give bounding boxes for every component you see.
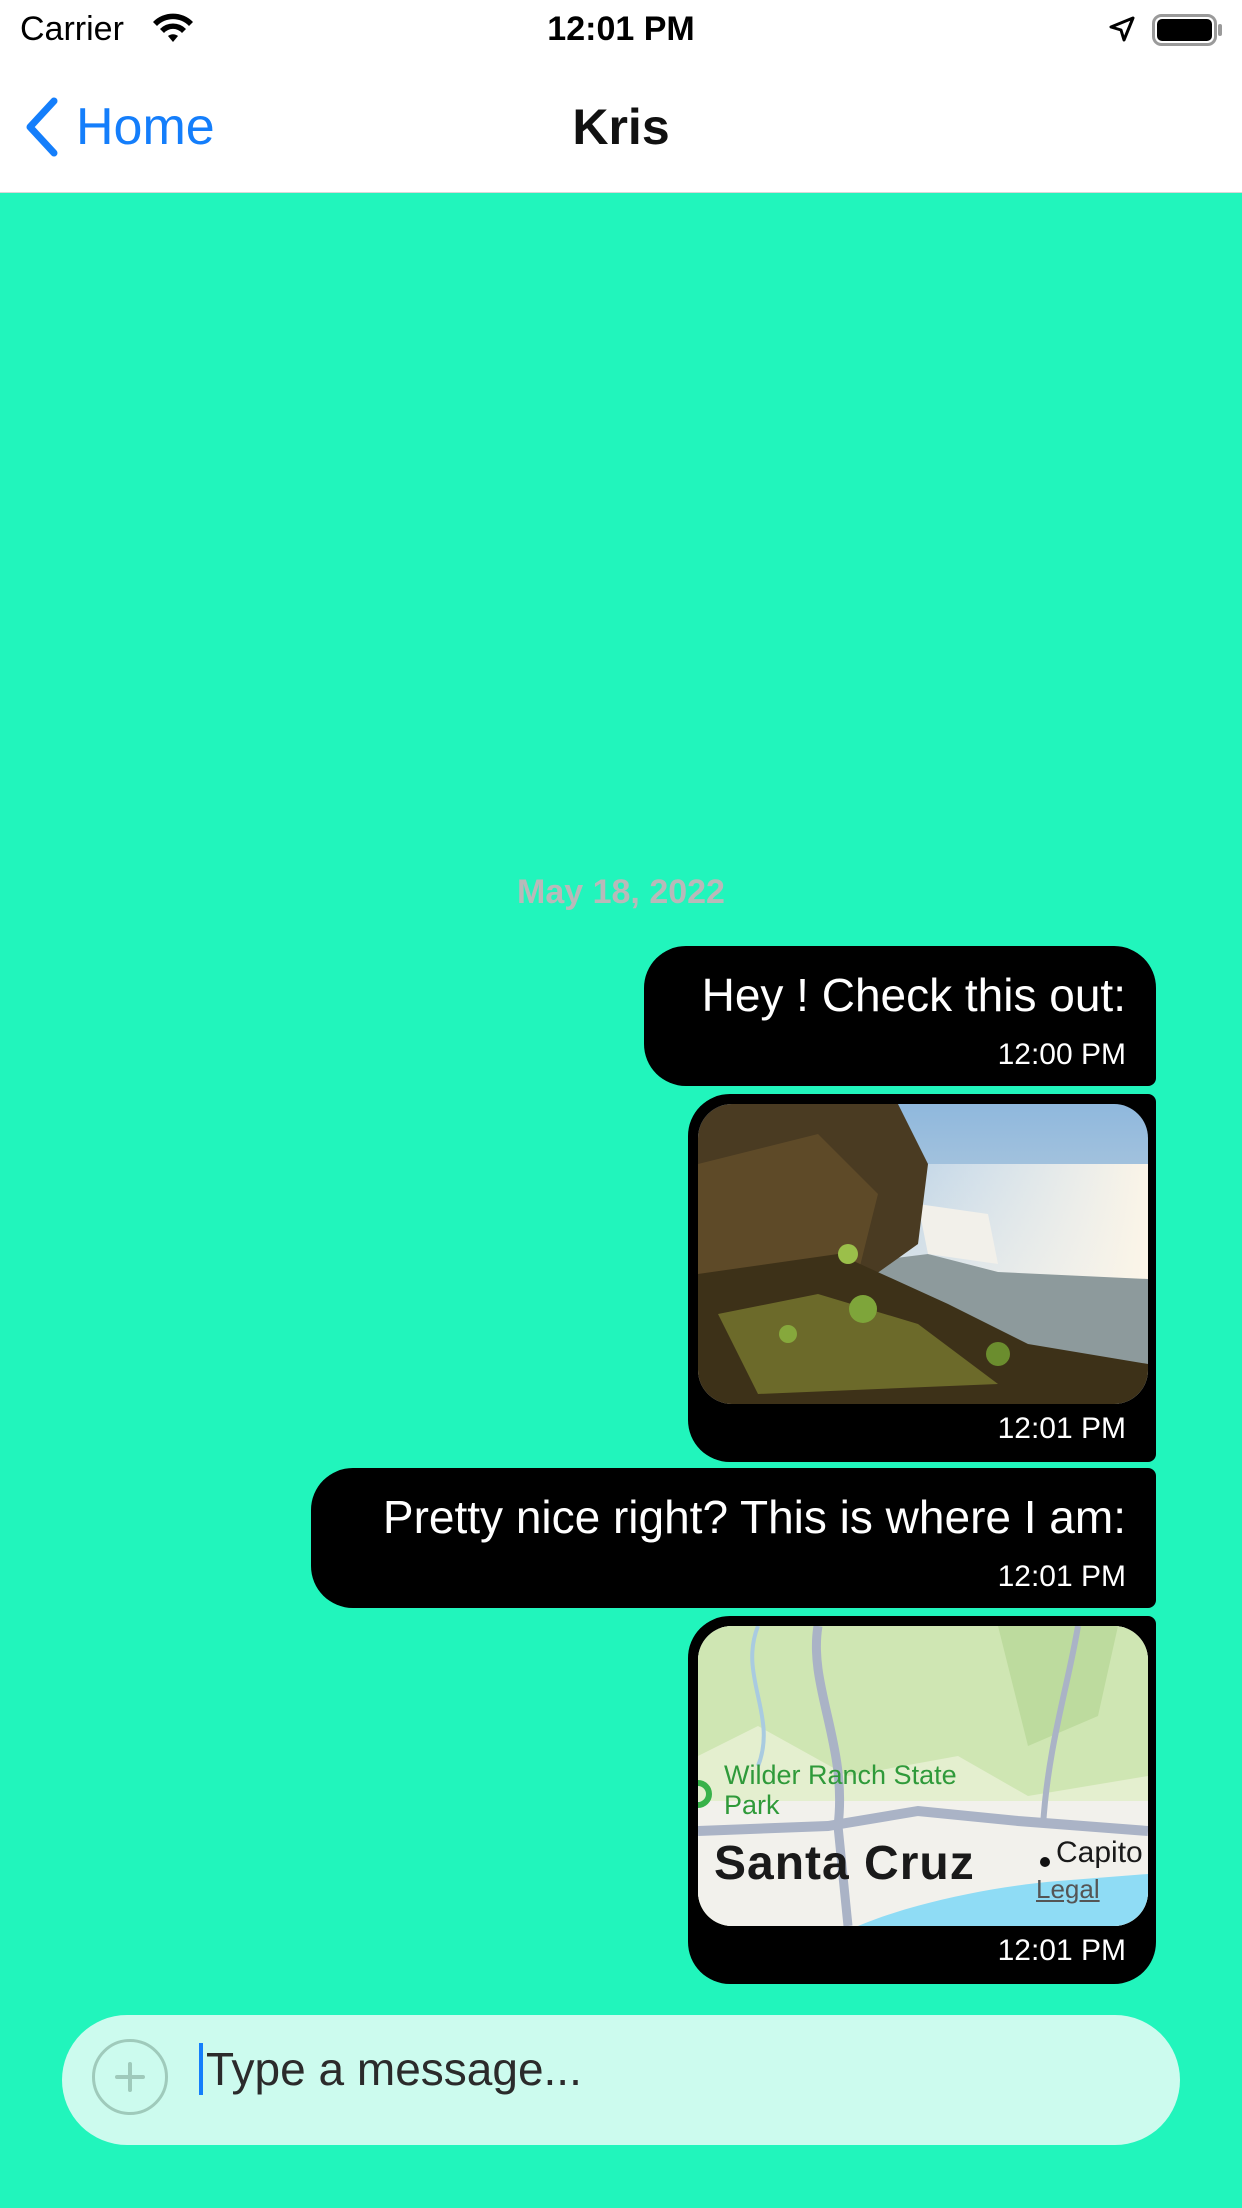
message-text: Hey ! Check this out: <box>701 969 1126 1021</box>
status-time: 12:01 PM <box>547 10 695 48</box>
message-bubble[interactable]: Hey ! Check this out: 12:00 PM <box>644 946 1156 1086</box>
message-time: 12:00 PM <box>997 1038 1126 1071</box>
message-time: 12:01 PM <box>997 1560 1126 1593</box>
map-legal-link[interactable]: Legal <box>1036 1874 1100 1905</box>
battery-icon <box>1152 14 1224 46</box>
map-park-label: Wilder Ranch State Park <box>724 1760 957 1820</box>
location-map[interactable]: Wilder Ranch State Park Santa Cruz Capit… <box>698 1626 1148 1926</box>
navigation-bar: Home Kris <box>0 62 1242 193</box>
message-input[interactable] <box>204 2033 1108 2105</box>
map-nearby-label: Capito <box>1056 1836 1143 1869</box>
message-input-bar <box>62 2015 1180 2145</box>
date-header: May 18, 2022 <box>517 873 725 911</box>
location-arrow-icon <box>1107 14 1137 44</box>
message-time: 12:01 PM <box>997 1412 1126 1445</box>
waterfall-photo[interactable] <box>698 1104 1148 1404</box>
message-bubble[interactable]: Pretty nice right? This is where I am: 1… <box>311 1468 1156 1608</box>
plus-circle-icon <box>115 2062 145 2092</box>
status-bar: Carrier 12:01 PM <box>0 0 1242 62</box>
add-attachment-button[interactable] <box>92 2039 168 2115</box>
conversation-title: Kris <box>572 99 670 155</box>
image-message-bubble[interactable]: 12:01 PM <box>688 1094 1156 1462</box>
message-time: 12:01 PM <box>997 1934 1126 1967</box>
location-message-bubble[interactable]: Wilder Ranch State Park Santa Cruz Capit… <box>688 1616 1156 1984</box>
text-cursor <box>199 2043 203 2095</box>
message-text: Pretty nice right? This is where I am: <box>382 1491 1126 1543</box>
map-city-label: Santa Cruz <box>714 1837 975 1890</box>
